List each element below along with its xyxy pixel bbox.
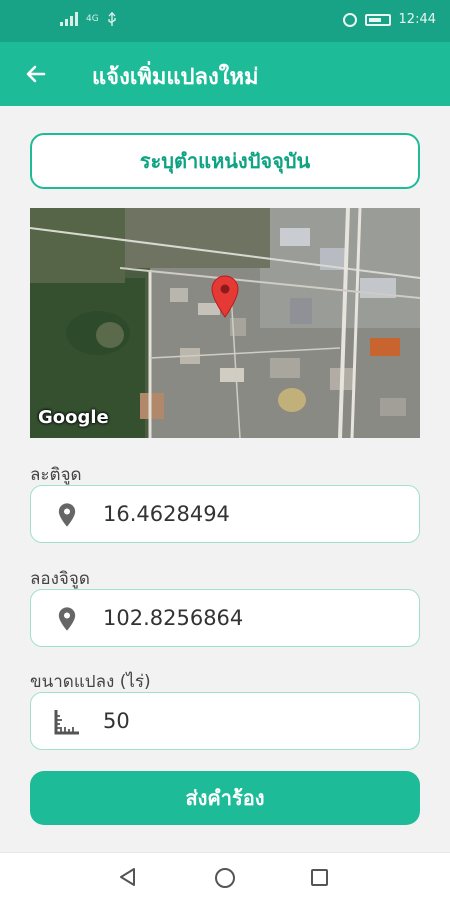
nav-home-icon[interactable] (215, 868, 235, 888)
arrow-left-icon[interactable] (24, 62, 48, 86)
nav-recent-apps-icon[interactable] (311, 869, 328, 886)
usb-icon (108, 12, 116, 26)
submit-request-button[interactable]: ส่งคำร้อง (30, 771, 420, 825)
ruler-icon (54, 710, 79, 735)
longitude-value[interactable]: 102.8256864 (103, 606, 243, 630)
system-nav-bar (0, 852, 450, 900)
battery-icon (364, 13, 391, 26)
page-title: แจ้งเพิ่มแปลงใหม่ (92, 65, 259, 90)
plot-size-label: ขนาดแปลง (ไร่) (30, 672, 151, 692)
map-pin-icon[interactable] (210, 274, 240, 318)
status-right: 12:44 (342, 12, 436, 27)
locate-current-position-button[interactable]: ระบุตำแหน่งปัจจุบัน (30, 133, 420, 189)
network-label: 4G (86, 14, 99, 24)
nav-back-icon[interactable] (118, 867, 138, 887)
location-pin-icon (58, 607, 76, 631)
latitude-field[interactable]: 16.4628494 (30, 485, 420, 543)
status-indicators: 4G (60, 12, 117, 26)
alarm-icon (342, 12, 357, 27)
location-pin-icon (58, 503, 76, 527)
status-bar: 4G 12:44 (0, 0, 450, 42)
signal-icon (60, 12, 78, 26)
latitude-value[interactable]: 16.4628494 (103, 502, 230, 526)
plot-size-field[interactable]: 50 (30, 692, 420, 750)
google-attribution: Google (38, 407, 109, 428)
latitude-label: ละติจูด (30, 465, 82, 485)
status-time: 12:44 (398, 12, 436, 27)
longitude-field[interactable]: 102.8256864 (30, 589, 420, 647)
map-view[interactable]: Google (30, 208, 420, 438)
plot-size-value[interactable]: 50 (103, 709, 130, 733)
satellite-map (30, 208, 420, 438)
longitude-label: ลองจิจูด (30, 569, 90, 589)
app-bar: แจ้งเพิ่มแปลงใหม่ (0, 42, 450, 106)
